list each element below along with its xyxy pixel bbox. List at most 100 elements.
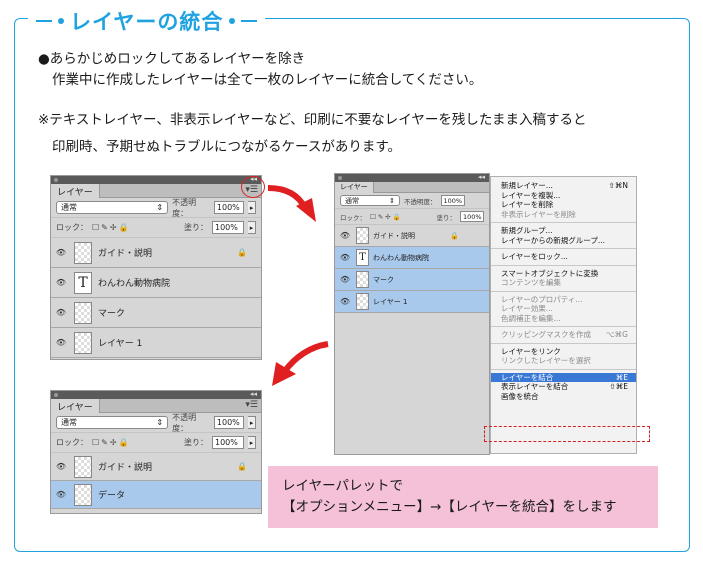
lock-icon: 🔒: [237, 462, 247, 471]
text-layer-icon: T: [356, 249, 369, 266]
menu-item[interactable]: スマートオブジェクトに変換: [491, 269, 636, 279]
page-title: レイヤーの統合: [70, 10, 224, 34]
collapse-icon[interactable]: ◂◂: [250, 391, 257, 398]
menu-separator: [491, 264, 636, 266]
menu-shortcut: ⌥⌘G: [606, 330, 628, 339]
panel-menu-icon[interactable]: ▾☰: [245, 400, 258, 410]
fill-label: 塗り：: [436, 213, 457, 222]
arrow-right-icon: [267, 185, 316, 222]
chevron-icon: ⇕: [156, 418, 164, 427]
close-icon[interactable]: [54, 178, 58, 182]
menu-item[interactable]: レイヤーを複製...: [491, 191, 636, 201]
layer-row[interactable]: 👁 ガイド・説明 🔒: [51, 453, 261, 481]
layer-row[interactable]: 👁 マーク: [51, 298, 261, 328]
eye-icon[interactable]: 👁: [54, 278, 68, 287]
fill-arrow-icon[interactable]: ▸: [248, 436, 256, 449]
fill-input[interactable]: 100%: [460, 211, 484, 222]
eye-icon[interactable]: 👁: [54, 308, 68, 317]
lock-options-icon[interactable]: ☐✎✢🔒: [370, 213, 403, 221]
layer-thumbnail: [74, 483, 92, 506]
eye-icon[interactable]: 👁: [338, 297, 352, 306]
bullet-line-2: 作業中に作成したレイヤーは全て一枚のレイヤーに統合してください。: [52, 72, 483, 88]
lock-options-icon[interactable]: ☐✎✢🔒: [92, 438, 131, 447]
layer-row[interactable]: 👁 ガイド・説明 🔒: [335, 225, 489, 247]
bullet-line-1: ●あらかじめロックしてあるレイヤーを除き: [38, 51, 306, 67]
lock-icon: 🔒: [237, 248, 247, 257]
layer-row[interactable]: 👁 ガイド・説明 🔒: [51, 238, 261, 268]
lock-label: ロック：: [56, 438, 88, 447]
layer-thumbnail: [74, 455, 92, 478]
menu-shortcut: ⌘E: [615, 372, 628, 382]
blend-mode-select[interactable]: 通常 ⇕: [340, 195, 400, 206]
menu-item[interactable]: クリッピングマスクを作成 ⌥⌘G: [491, 330, 636, 340]
menu-item[interactable]: レイヤーを結合 ⌘E: [491, 372, 636, 382]
tab-layers[interactable]: レイヤー: [335, 182, 374, 193]
eye-icon[interactable]: 👁: [54, 462, 68, 471]
fill-label: 塗り：: [184, 438, 208, 447]
opacity-label: 不透明度：: [404, 197, 437, 206]
callout-line-1: レイヤーパレットで: [282, 478, 403, 494]
fill-input[interactable]: 100%: [212, 221, 244, 234]
layer-row[interactable]: 👁 レイヤー 1: [335, 291, 489, 313]
text-layer-icon: T: [74, 271, 92, 294]
menu-separator: [491, 290, 636, 292]
eye-icon[interactable]: 👁: [338, 253, 352, 262]
menu-item[interactable]: 非表示レイヤーを削除: [491, 210, 636, 220]
callout-line-2: 【オプションメニュー】→【レイヤーを統合】をします: [282, 499, 617, 515]
tab-layers[interactable]: レイヤー: [51, 399, 100, 413]
menu-item[interactable]: レイヤーをリンク: [491, 347, 636, 357]
menu-item[interactable]: 表示レイヤーを結合 ⇧⌘E: [491, 382, 636, 392]
layers-panel-before: ◂◂ レイヤー ▾☰ 通常 ⇕ 不透明度： 100% ▸ ロック： ☐✎✢🔒 塗り：…: [50, 175, 262, 360]
eye-icon[interactable]: 👁: [54, 490, 68, 499]
layer-row[interactable]: 👁 データ: [51, 481, 261, 509]
menu-item[interactable]: 新規グループ...: [491, 226, 636, 236]
menu-item[interactable]: レイヤーをロック...: [491, 252, 636, 262]
layer-row[interactable]: 👁 T わんわん動物病院: [51, 268, 261, 298]
layer-thumbnail: [74, 331, 92, 354]
opacity-arrow-icon[interactable]: ▸: [248, 201, 256, 214]
options-menu: 新規レイヤー... ⇧⌘N レイヤーを複製... レイヤーを削除 非表示レイヤーを削除新…: [490, 176, 637, 454]
menu-item[interactable]: 色調補正を編集...: [491, 314, 636, 324]
menu-item[interactable]: レイヤーを削除: [491, 200, 636, 210]
eye-icon[interactable]: 👁: [54, 338, 68, 347]
layer-thumbnail: [74, 301, 92, 324]
opacity-input[interactable]: 100%: [213, 416, 245, 429]
fill-input[interactable]: 100%: [212, 436, 244, 449]
collapse-icon[interactable]: ◂◂: [478, 174, 485, 181]
menu-item[interactable]: レイヤーからの新規グループ...: [491, 236, 636, 246]
menu-item[interactable]: レイヤーのプロパティ...: [491, 295, 636, 305]
menu-item[interactable]: リンクしたレイヤーを選択: [491, 356, 636, 366]
menu-item[interactable]: レイヤー効果...: [491, 304, 636, 314]
menu-item[interactable]: コンテンツを編集: [491, 278, 636, 288]
menu-separator: [491, 222, 636, 223]
layer-row[interactable]: 👁 T わんわん動物病院: [335, 247, 489, 269]
close-icon[interactable]: [338, 176, 342, 180]
opacity-label: 不透明度：: [172, 412, 197, 433]
title-dot-icon: [229, 18, 236, 24]
title-dot-icon: [58, 18, 64, 24]
note-line-1: ※テキストレイヤー、非表示レイヤーなど、印刷に不要なレイヤーを残したまま入稿する…: [38, 112, 587, 128]
tab-layers[interactable]: レイヤー: [51, 184, 100, 198]
menu-item[interactable]: 画像を統合: [491, 392, 636, 402]
lock-icon: 🔒: [450, 231, 459, 240]
lock-options-icon[interactable]: ☐✎✢🔒: [92, 223, 131, 232]
opacity-input[interactable]: 100%: [213, 201, 245, 214]
close-icon[interactable]: [54, 393, 58, 397]
eye-icon[interactable]: 👁: [338, 231, 352, 240]
fill-arrow-icon[interactable]: ▸: [248, 221, 256, 234]
layers-panel-after: ◂◂ レイヤー ▾☰ 通常 ⇕ 不透明度： 100% ▸ ロック： ☐✎✢🔒 塗り：…: [50, 390, 262, 514]
note-line-2: 印刷時、予期せぬトラブルにつながるケースがあります。: [52, 139, 401, 155]
menu-shortcut: ⇧⌘N: [608, 181, 628, 190]
menu-separator: [491, 326, 636, 327]
menu-shortcut: ⇧⌘E: [609, 382, 628, 391]
blend-mode-select[interactable]: 通常 ⇕: [56, 416, 169, 429]
opacity-input[interactable]: 100%: [440, 195, 465, 206]
eye-icon[interactable]: 👁: [54, 248, 68, 257]
layer-row[interactable]: 👁 レイヤー 1: [51, 328, 261, 358]
eye-icon[interactable]: 👁: [338, 275, 352, 284]
layer-row[interactable]: 👁 マーク: [335, 269, 489, 291]
title-bar: レイヤーの統合: [28, 6, 266, 36]
menu-item[interactable]: 新規レイヤー... ⇧⌘N: [491, 181, 636, 191]
opacity-arrow-icon[interactable]: ▸: [248, 416, 256, 429]
blend-mode-select[interactable]: 通常 ⇕: [56, 201, 169, 214]
